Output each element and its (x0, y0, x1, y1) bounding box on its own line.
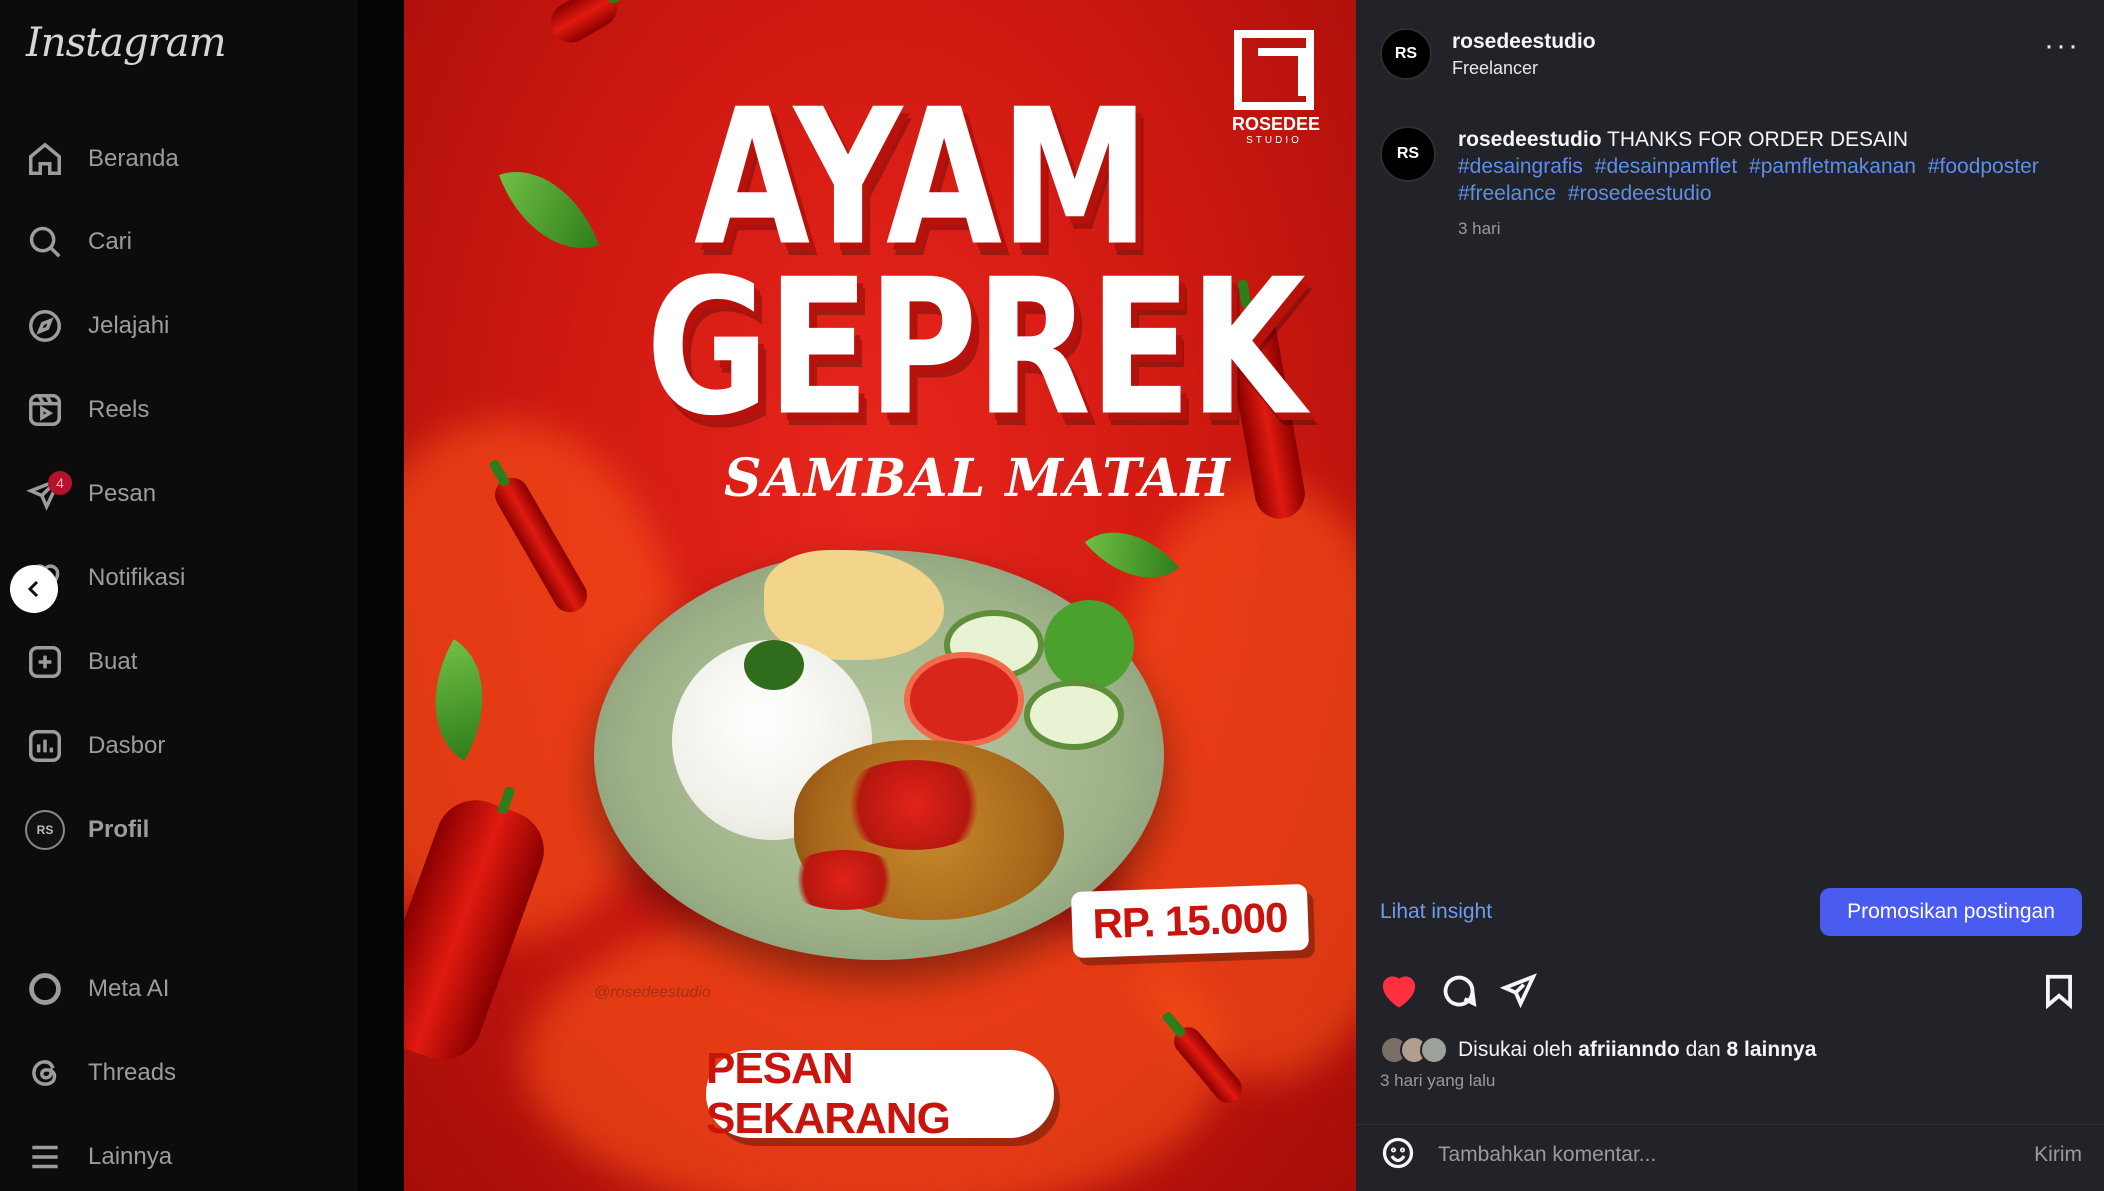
likes-mid: dan (1685, 1038, 1721, 1061)
hashtag-link[interactable]: #pamfletmakanan (1749, 155, 1916, 178)
post-actions (1380, 972, 2080, 1014)
sidebar-item-label: Meta AI (88, 975, 170, 1002)
hashtag-link[interactable]: #desainpamflet (1595, 155, 1737, 178)
sidebar-item-pesan[interactable]: 4 Pesan (24, 462, 334, 526)
instagram-logo[interactable]: Instagram (26, 20, 227, 66)
sidebar-item-label: Threads (88, 1059, 177, 1086)
threads-icon (24, 1052, 66, 1094)
sidebar-item-label: Notifikasi (88, 564, 186, 591)
post-details-panel: RS rosedeestudio Freelancer ··· RS rosed… (1356, 0, 2104, 1191)
order-now-banner: PESAN SEKARANG (706, 1044, 1054, 1143)
post-caption: RS rosedeestudio THANKS FOR ORDER DESAIN… (1380, 126, 2058, 239)
sidebar-item-cari[interactable]: Cari (24, 210, 334, 274)
sidebar-item-label: Buat (88, 648, 138, 675)
sidebar-item-lainnya[interactable]: Lainnya (24, 1125, 334, 1189)
heart-filled-icon (1382, 976, 1416, 1008)
likes-summary[interactable]: Disukai oleh afriianndo dan 8 lainnya (1380, 1036, 1816, 1064)
comment-button[interactable] (1440, 972, 1480, 1012)
sidebar-item-label: Beranda (88, 145, 179, 172)
post-image[interactable]: ROSEDEE STUDIO AYAM GEPREK SAMBAL MATAH … (404, 0, 1356, 1191)
like-button[interactable] (1380, 972, 1420, 1012)
sidebar-item-notifikasi[interactable]: Notifikasi (24, 546, 334, 610)
notification-badge: 4 (48, 471, 72, 495)
caption-text: THANKS FOR ORDER DESAIN (1607, 128, 1909, 151)
share-button[interactable] (1499, 972, 1540, 1012)
likes-others-link[interactable]: 8 lainnya (1727, 1038, 1817, 1061)
sidebar-item-label: Profil (88, 816, 150, 843)
sidebar-item-label: Jelajahi (88, 312, 170, 339)
hamburger-menu-icon (24, 1136, 66, 1178)
poster-title-line2: GEPREK (646, 240, 1306, 458)
modal-backdrop[interactable] (358, 0, 404, 1191)
hashtag-link[interactable]: #rosedeestudio (1568, 182, 1712, 205)
previous-post-button[interactable] (10, 565, 58, 613)
poster-subtitle: SAMBAL MATAH (724, 448, 1231, 509)
search-icon (24, 221, 66, 263)
dashboard-icon (24, 725, 66, 767)
chevron-left-icon (27, 580, 39, 598)
likes-prefix: Disukai oleh (1458, 1038, 1573, 1061)
caption-avatar[interactable]: RS (1380, 126, 1436, 182)
caption-hashtags: #desaingrafis #desainpamflet #pamfletmak… (1458, 153, 2058, 207)
author-avatar[interactable]: RS (1380, 28, 1432, 80)
more-options-button[interactable]: ··· (2044, 31, 2080, 61)
hashtag-link[interactable]: #foodposter (1928, 155, 2039, 178)
sidebar-item-label: Reels (88, 396, 150, 423)
post-timestamp: 3 hari yang lalu (1380, 1071, 1496, 1090)
price-tag: RP. 15.000 (1070, 883, 1310, 959)
sidebar-item-beranda[interactable]: Beranda (24, 127, 334, 191)
bookmark-icon (2046, 974, 2072, 1010)
sidebar-item-profil[interactable]: RS Profil (24, 798, 334, 862)
sidebar: Instagram Beranda Cari Jelajahi Reels 4 … (0, 0, 358, 1191)
comment-input[interactable] (1438, 1135, 1958, 1175)
sidebar-item-threads[interactable]: Threads (24, 1041, 334, 1105)
sidebar-item-jelajahi[interactable]: Jelajahi (24, 294, 334, 358)
comment-icon (1443, 975, 1477, 1007)
share-icon (1499, 973, 1537, 1009)
watermark: @rosedeestudio (594, 984, 711, 1001)
sidebar-item-label: Pesan (88, 480, 157, 507)
emoji-button[interactable] (1380, 1135, 1420, 1175)
profile-avatar-icon: RS (24, 809, 66, 851)
view-insights-link[interactable]: Lihat insight (1380, 900, 1492, 924)
liker-username[interactable]: afriianndo (1578, 1038, 1680, 1061)
post-header: RS rosedeestudio Freelancer (1380, 28, 1596, 80)
compass-icon (24, 305, 66, 347)
hashtag-link[interactable]: #freelance (1458, 182, 1556, 205)
sidebar-item-label: Dasbor (88, 732, 166, 759)
messenger-icon: 4 (24, 471, 72, 515)
reels-icon (24, 389, 66, 431)
author-username[interactable]: rosedeestudio (1452, 30, 1596, 54)
sidebar-item-buat[interactable]: Buat (24, 630, 334, 694)
plus-square-icon (24, 641, 66, 683)
more-icon: ··· (2044, 29, 2080, 62)
send-comment-button[interactable]: Kirim (2034, 1143, 2082, 1167)
hashtag-link[interactable]: #desaingrafis (1458, 155, 1583, 178)
comment-composer: Kirim (1356, 1124, 2104, 1184)
caption-timestamp: 3 hari (1458, 219, 1501, 238)
sidebar-item-dasbor[interactable]: Dasbor (24, 714, 334, 778)
meta-ai-icon (24, 968, 66, 1010)
save-button[interactable] (2040, 972, 2080, 1012)
sidebar-item-label: Lainnya (88, 1143, 173, 1170)
sidebar-item-label: Cari (88, 228, 133, 255)
brand-logo: ROSEDEE STUDIO (1232, 30, 1320, 150)
liker-avatar (1420, 1036, 1448, 1064)
sidebar-item-reels[interactable]: Reels (24, 378, 334, 442)
promote-post-button[interactable]: Promosikan postingan (1820, 888, 2082, 936)
emoji-icon (1382, 1137, 1414, 1169)
author-subline: Freelancer (1452, 57, 1539, 78)
caption-username[interactable]: rosedeestudio (1458, 128, 1602, 151)
home-icon (24, 138, 66, 180)
sidebar-item-meta-ai[interactable]: Meta AI (24, 957, 334, 1021)
